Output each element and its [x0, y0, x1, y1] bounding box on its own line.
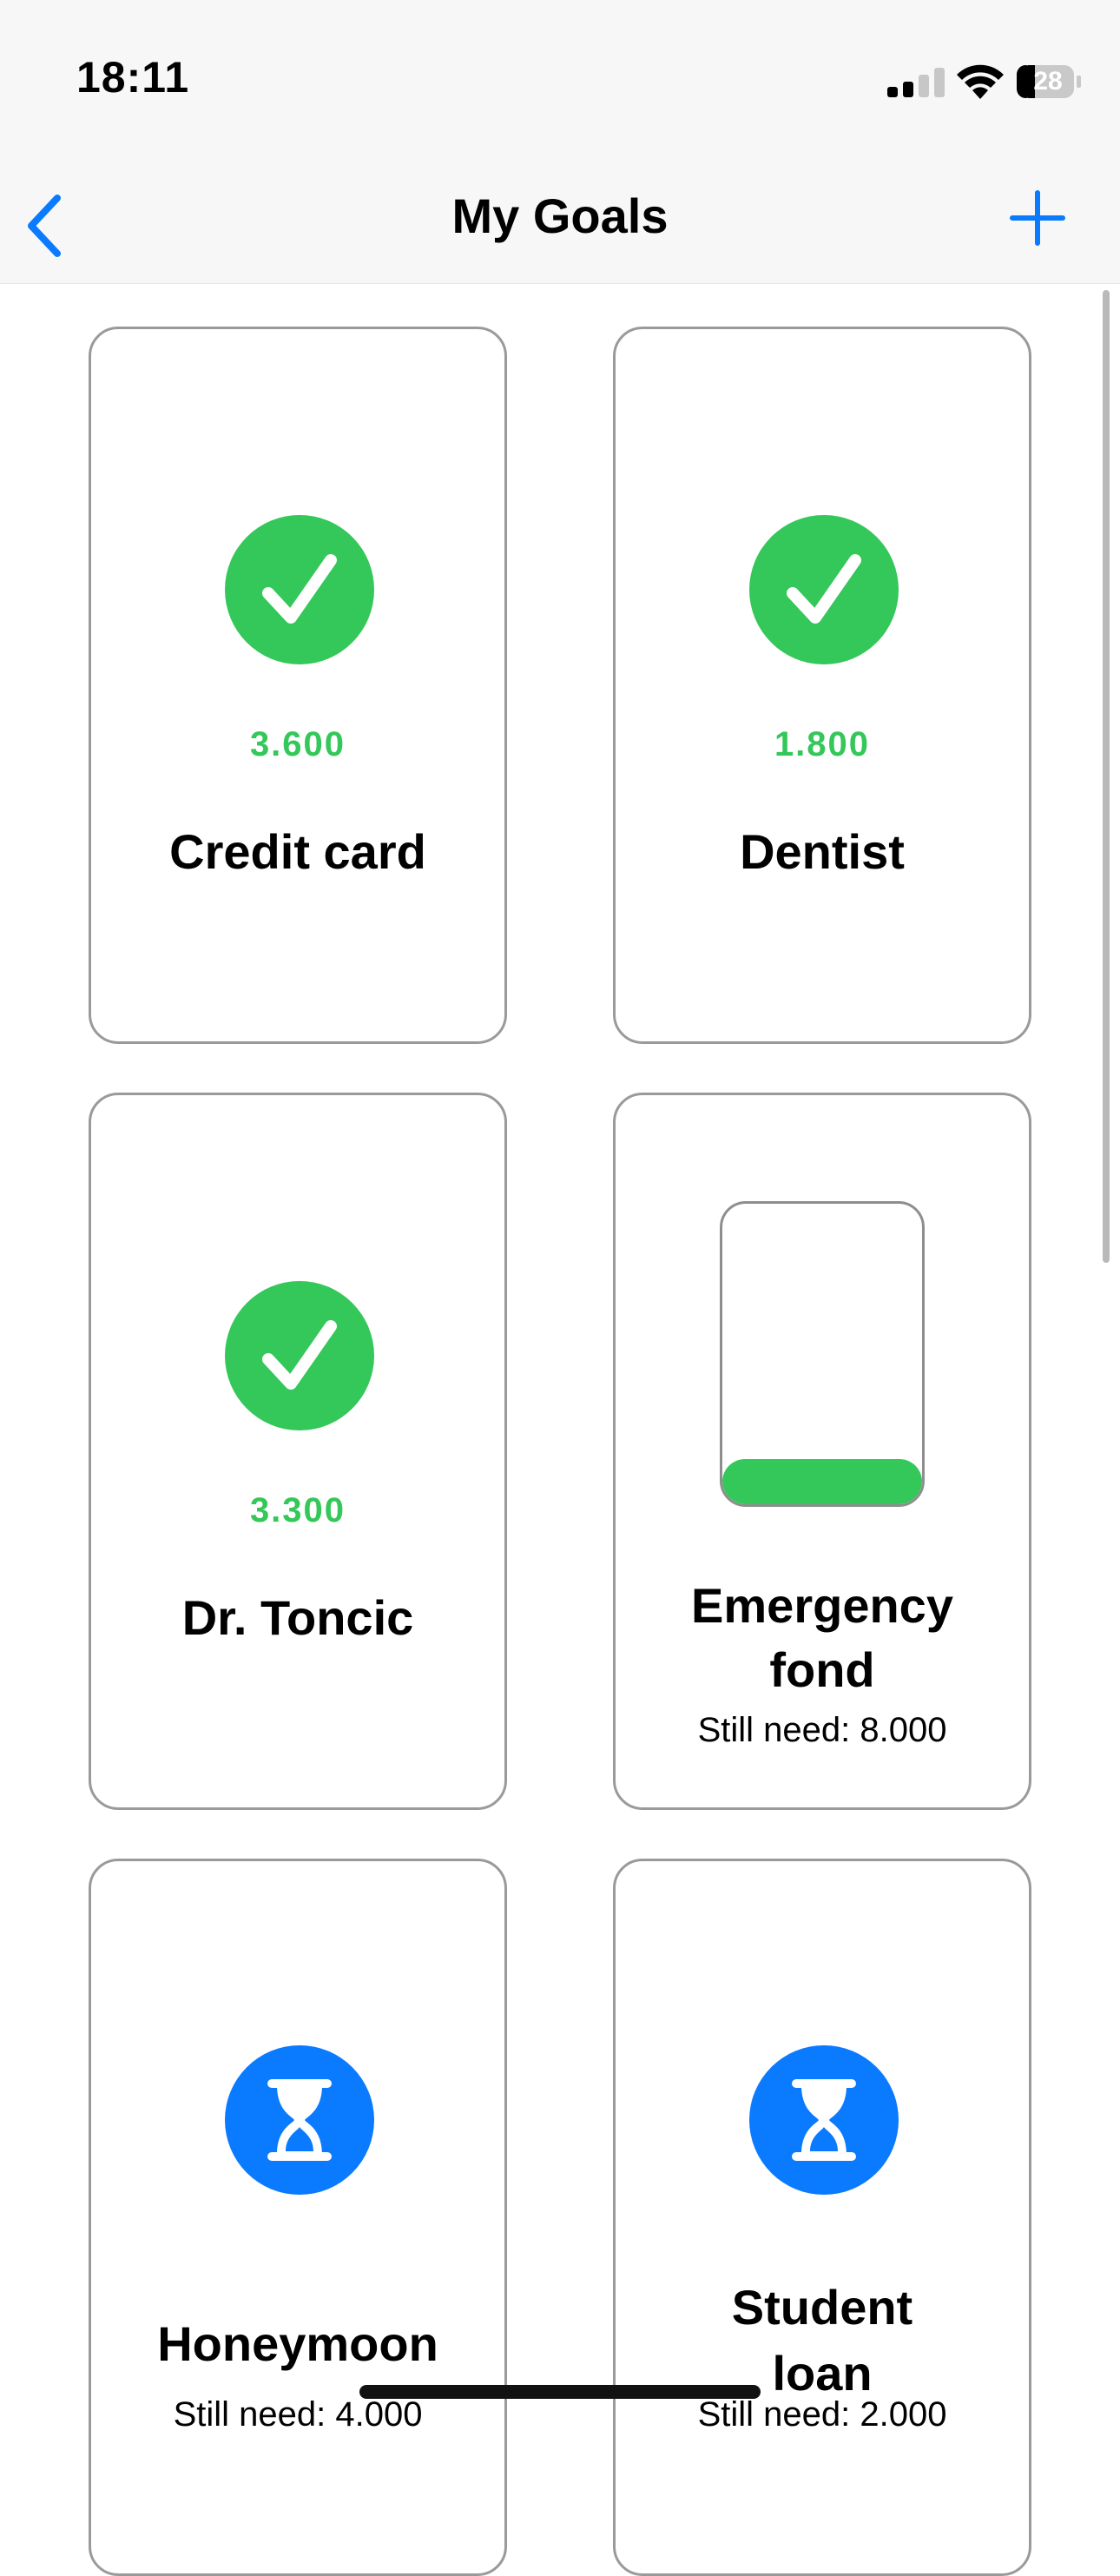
goal-card-student-loan[interactable]: Student loan Still need: 2.000 [613, 1859, 1031, 2576]
goal-card-dentist[interactable]: 1.800 Dentist [613, 327, 1031, 1044]
goal-remaining: Still need: 2.000 [697, 2395, 947, 2434]
goal-amount: 1.800 [774, 725, 871, 763]
plus-icon [1010, 190, 1065, 246]
page-title: My Goals [451, 188, 669, 243]
goal-card-dr-toncic[interactable]: 3.300 Dr. Toncic [89, 1093, 507, 1810]
goal-card-credit-card[interactable]: 3.600 Credit card [89, 327, 507, 1044]
goal-remaining: Still need: 8.000 [697, 1711, 947, 1749]
goal-title: Dr. Toncic [181, 1590, 414, 1645]
status-time: 18:11 [76, 53, 190, 102]
checkmark-circle-icon [749, 515, 899, 664]
status-bar: 18:11 28 [0, 0, 1120, 148]
scroll-indicator[interactable] [1103, 290, 1110, 1263]
goal-amount: 3.600 [249, 725, 346, 763]
checkmark-circle-icon [225, 1281, 374, 1430]
battery-level: 28 [1033, 67, 1063, 96]
goal-title: Credit card [169, 824, 426, 879]
checkmark-circle-icon [225, 515, 374, 664]
goal-amount: 3.300 [249, 1491, 346, 1529]
hourglass-icon [749, 2045, 899, 2195]
jar-progress-icon [720, 1201, 925, 1507]
add-goal-button[interactable] [1007, 188, 1068, 248]
goal-title-line-1: Student [731, 2280, 913, 2335]
cellular-signal-icon [887, 68, 945, 97]
goal-title-line-1: Emergency [691, 1578, 953, 1633]
battery-icon: 28 [1016, 64, 1082, 99]
navigation-bar: My Goals [0, 148, 1120, 284]
goal-title-line-2: fond [769, 1642, 875, 1697]
progress-fill [722, 1459, 922, 1504]
goal-card-emergency-fond[interactable]: Emergency fond Still need: 8.000 [613, 1093, 1031, 1810]
goal-title: Dentist [740, 824, 905, 879]
home-indicator[interactable] [359, 2385, 761, 2399]
goal-title: Honeymoon [157, 2316, 438, 2371]
goal-remaining: Still need: 4.000 [173, 2395, 423, 2434]
wifi-icon [957, 64, 1004, 99]
goal-card-honeymoon[interactable]: Honeymoon Still need: 4.000 [89, 1859, 507, 2576]
hourglass-icon [225, 2045, 374, 2195]
